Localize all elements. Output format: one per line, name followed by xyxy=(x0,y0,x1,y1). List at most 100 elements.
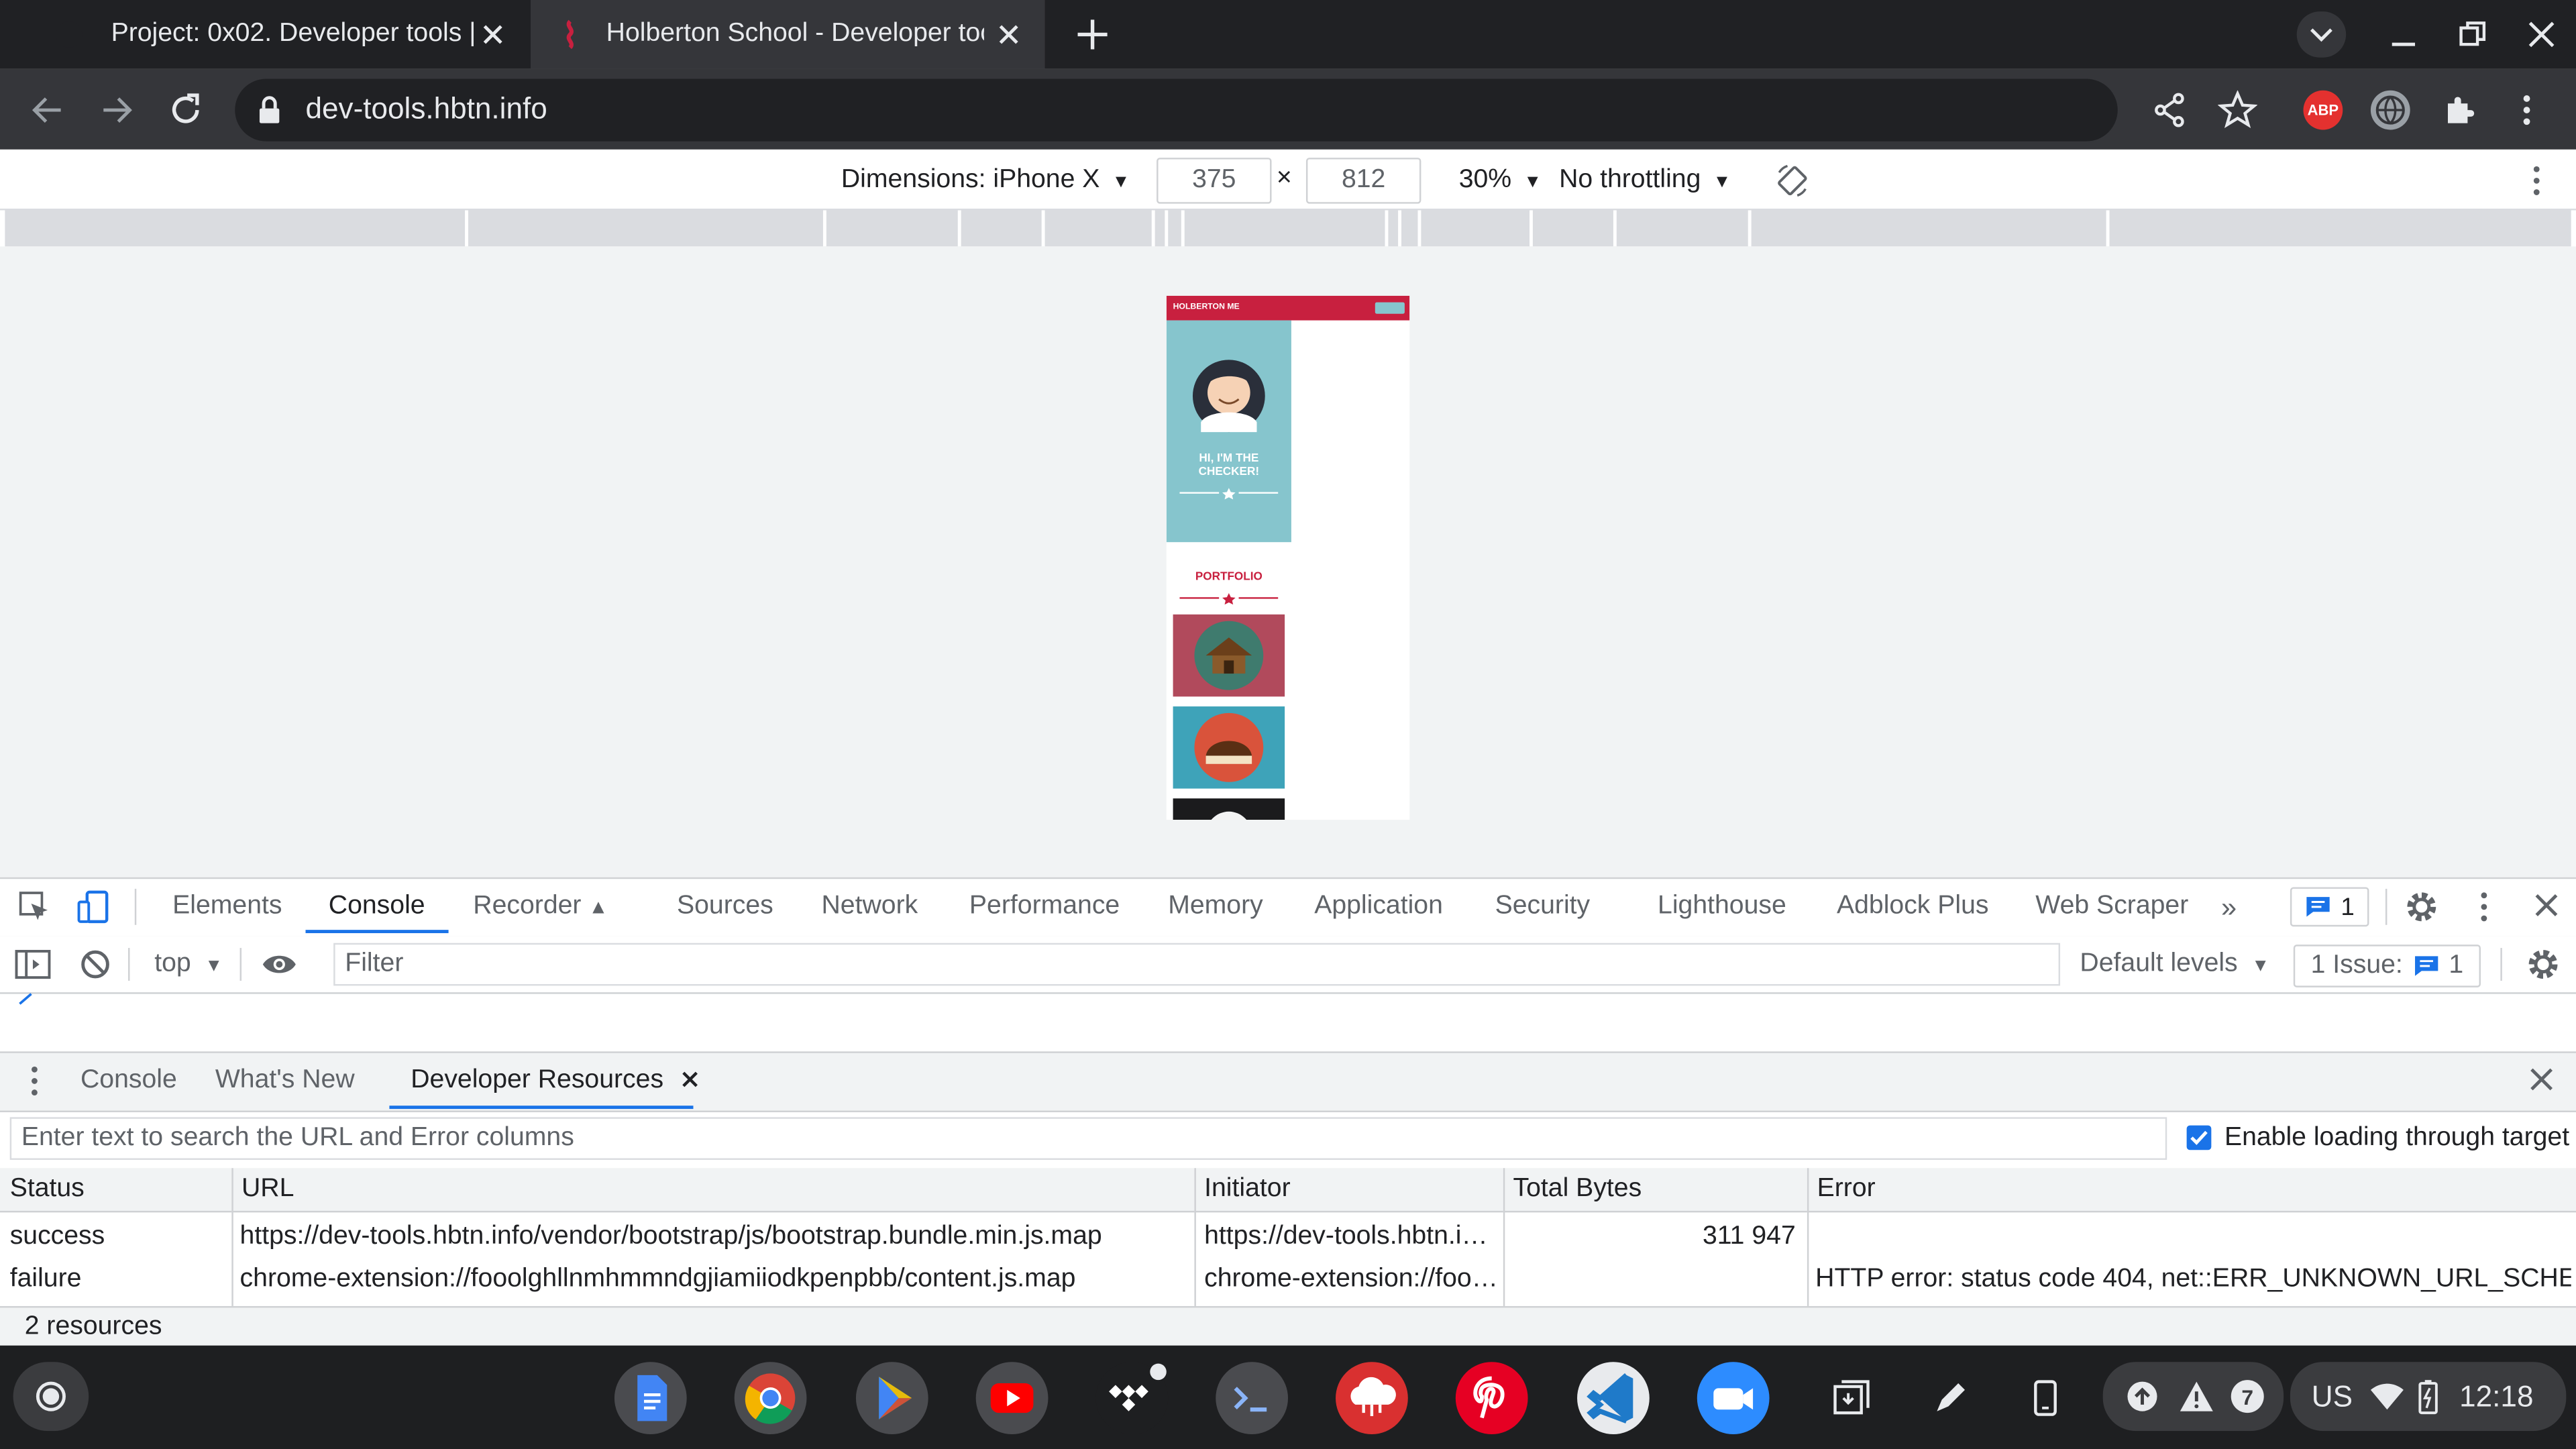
column-header-total-bytes[interactable]: Total Bytes xyxy=(1503,1168,1807,1213)
tab-memory[interactable]: Memory xyxy=(1168,892,1263,922)
rotate-icon[interactable] xyxy=(1774,162,1811,199)
browser-tab-project[interactable]: Project: 0x02. Developer tools | H xyxy=(0,0,529,69)
issues-counter-button[interactable]: 1 Issue: 1 xyxy=(2293,945,2481,987)
height-input[interactable]: 812 xyxy=(1305,158,1421,204)
row-1-initiator[interactable]: https://dev-tools.hbtn.i… xyxy=(1204,1222,1497,1252)
device-more-icon[interactable] xyxy=(2520,162,2553,199)
settings-gear-icon[interactable] xyxy=(2404,889,2440,925)
enable-loading-checkbox[interactable] xyxy=(2186,1125,2212,1150)
media-query-divider xyxy=(1165,210,1169,247)
reload-icon[interactable] xyxy=(166,91,205,130)
row-2-url[interactable]: chrome-extension://fooolghllnmhmmndgjiam… xyxy=(240,1265,1190,1295)
console-filter-input[interactable]: Filter xyxy=(333,943,2061,986)
tab-recorder[interactable]: Recorder ▲ xyxy=(473,892,608,922)
console-prompt-icon[interactable] xyxy=(18,992,34,1006)
page-preview[interactable]: HOLBERTON ME HI, I'M THE CHECKER! PORTFO… xyxy=(1166,295,1410,820)
close-tab-icon[interactable] xyxy=(996,21,1022,48)
preview-menu-button[interactable] xyxy=(1375,302,1405,314)
share-icon[interactable] xyxy=(2152,92,2188,128)
column-header-initiator[interactable]: Initiator xyxy=(1194,1168,1503,1213)
tab-search-icon[interactable] xyxy=(2296,11,2347,58)
tab-performance[interactable]: Performance xyxy=(969,892,1120,922)
close-drawer-tab-icon[interactable] xyxy=(681,1069,700,1089)
star-icon[interactable] xyxy=(2218,90,2257,130)
log-levels-dropdown[interactable]: Default levels ▼ xyxy=(2080,950,2269,979)
tab-network[interactable]: Network xyxy=(822,892,918,922)
close-devtools-icon[interactable] xyxy=(2532,890,2561,920)
close-drawer-icon[interactable] xyxy=(2528,1066,2555,1092)
tab-security[interactable]: Security xyxy=(1495,892,1591,922)
throttling-dropdown[interactable]: No throttling ▼ xyxy=(1559,166,1731,195)
portfolio-item-dark[interactable] xyxy=(1173,798,1285,820)
context-selector[interactable]: top ▼ xyxy=(154,950,223,979)
more-tabs-icon[interactable]: » xyxy=(2221,892,2237,925)
media-query-bar[interactable] xyxy=(5,210,2571,247)
chrome-app-icon[interactable] xyxy=(734,1362,807,1434)
row-2-initiator[interactable]: chrome-extension://foo… xyxy=(1204,1265,1497,1295)
device-toggle-icon[interactable] xyxy=(77,889,110,925)
pinterest-app-icon[interactable] xyxy=(1455,1362,1528,1434)
youtube-app-icon[interactable] xyxy=(975,1362,1049,1434)
browser-tab-holberton[interactable]: Holberton School - Developer too xyxy=(531,0,1045,69)
console-settings-icon[interactable] xyxy=(2525,947,2561,983)
vscode-app-icon[interactable] xyxy=(1577,1362,1650,1434)
tab-console[interactable]: Console xyxy=(329,892,425,922)
tab-application[interactable]: Application xyxy=(1314,892,1443,922)
status-area[interactable]: US 12:18 xyxy=(2290,1362,2567,1432)
stylus-icon[interactable] xyxy=(1929,1377,1972,1419)
tab-web-scraper[interactable]: Web Scraper xyxy=(2035,892,2188,922)
zoom-dropdown[interactable]: 30% ▼ xyxy=(1459,166,1542,195)
drawer-tab-developer-resources[interactable]: Developer Resources xyxy=(411,1066,700,1095)
width-input[interactable]: 375 xyxy=(1157,158,1272,204)
resources-count: 2 resources xyxy=(24,1312,162,1341)
docs-app-icon[interactable] xyxy=(614,1362,687,1434)
minimize-icon[interactable] xyxy=(2389,19,2418,49)
more-vert-icon[interactable] xyxy=(2510,92,2543,128)
column-header-error[interactable]: Error xyxy=(1807,1168,2576,1213)
tab-sources[interactable]: Sources xyxy=(677,892,773,922)
tab-lighthouse[interactable]: Lighthouse xyxy=(1658,892,1786,922)
puzzle-icon[interactable] xyxy=(2441,91,2481,130)
close-window-icon[interactable] xyxy=(2527,19,2557,49)
phone-hub-icon[interactable] xyxy=(2024,1377,2067,1419)
row-2-status[interactable]: failure xyxy=(10,1265,82,1295)
clear-console-icon[interactable] xyxy=(79,948,112,981)
play-store-app-icon[interactable] xyxy=(855,1362,928,1434)
row-1-status[interactable]: success xyxy=(10,1222,105,1252)
issues-badge-button[interactable]: 1 xyxy=(2290,887,2369,927)
portfolio-item-cake[interactable] xyxy=(1173,706,1285,789)
drawer-tab-whats-new[interactable]: What's New xyxy=(215,1066,355,1095)
inspect-element-icon[interactable] xyxy=(18,890,51,923)
devtools-more-icon[interactable] xyxy=(2467,889,2500,925)
column-header-status[interactable]: Status xyxy=(0,1168,232,1213)
forward-icon[interactable] xyxy=(99,92,135,128)
new-tab-icon[interactable] xyxy=(1075,16,1111,52)
close-tab-icon[interactable] xyxy=(480,21,506,48)
column-header-url[interactable]: URL xyxy=(231,1168,1195,1213)
notification-tray[interactable]: 7 xyxy=(2102,1362,2284,1432)
lock-icon[interactable] xyxy=(258,95,280,125)
drawer-menu-icon[interactable] xyxy=(19,1063,49,1099)
preview-navbar: HOLBERTON ME xyxy=(1166,295,1410,321)
terminal-app-icon[interactable] xyxy=(1216,1362,1289,1434)
row-1-url[interactable]: https://dev-tools.hbtn.info/vendor/boots… xyxy=(240,1222,1190,1252)
dropdown-arrow-icon: ▼ xyxy=(1713,172,1731,193)
launcher-icon xyxy=(36,1381,66,1411)
cloud-app-icon[interactable] xyxy=(1336,1362,1408,1434)
back-icon[interactable] xyxy=(30,92,66,128)
live-expression-eye-icon[interactable] xyxy=(261,951,297,977)
launcher-button[interactable] xyxy=(13,1362,89,1432)
resources-search-input[interactable]: Enter text to search the URL and Error c… xyxy=(9,1117,2167,1160)
drawer-tab-console[interactable]: Console xyxy=(80,1066,177,1095)
adblock-plus-icon[interactable]: ABP xyxy=(2303,90,2343,130)
sidebar-toggle-icon[interactable] xyxy=(15,948,51,981)
restore-icon[interactable] xyxy=(2458,19,2487,49)
tab-adblock-plus[interactable]: Adblock Plus xyxy=(1837,892,1989,922)
tidal-app-icon[interactable] xyxy=(1095,1362,1169,1434)
dimensions-dropdown[interactable]: Dimensions: iPhone X ▼ xyxy=(841,166,1130,195)
zoom-app-icon[interactable] xyxy=(1697,1362,1770,1434)
portfolio-item-cabin[interactable] xyxy=(1173,614,1285,697)
globe-extension-icon[interactable] xyxy=(2370,90,2410,130)
tote-icon[interactable] xyxy=(1830,1377,1873,1419)
tab-elements[interactable]: Elements xyxy=(172,892,282,922)
